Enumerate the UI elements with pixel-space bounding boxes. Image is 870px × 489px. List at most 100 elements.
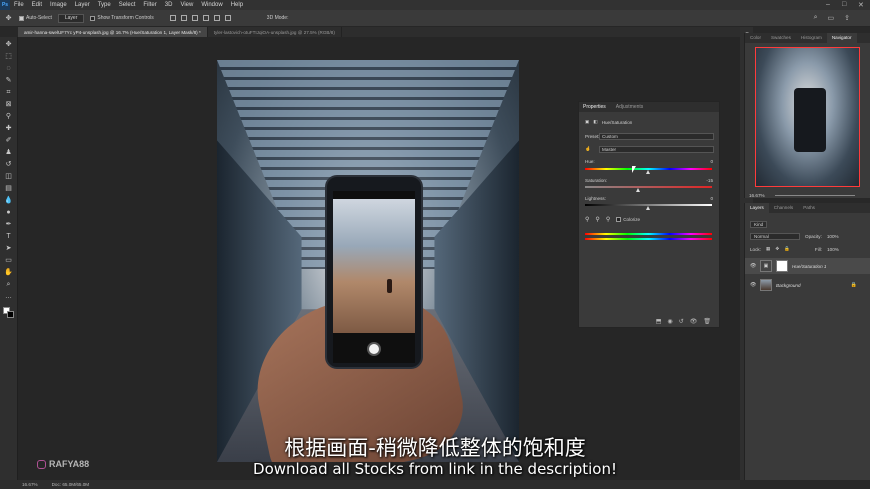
filter-kind-dropdown[interactable]: Kind [750, 221, 768, 228]
navigator-thumbnail[interactable] [755, 47, 860, 187]
menu-filter[interactable]: Filter [139, 2, 160, 8]
lock-position-icon[interactable]: ✥ [775, 246, 779, 252]
tab-navigator[interactable]: Navigator [826, 33, 857, 43]
quick-select-icon[interactable]: ✎ [4, 76, 13, 85]
dodge-icon[interactable]: ● [4, 208, 13, 217]
delete-icon[interactable]: 🗑 [703, 318, 711, 325]
tab-properties[interactable]: Properties [583, 104, 606, 110]
menu-help[interactable]: Help [227, 2, 247, 8]
targeted-adjust-icon[interactable]: ☝ [585, 146, 591, 152]
auto-select-target-dropdown[interactable]: Layer [57, 13, 85, 23]
show-transform-checkbox[interactable] [90, 15, 96, 21]
reset-icon[interactable]: ↺ [679, 318, 684, 325]
eyedropper-icon[interactable]: ⚲ [585, 216, 589, 223]
history-brush-icon[interactable]: ↺ [4, 160, 13, 169]
eyedropper-add-icon[interactable]: ⚲ [595, 216, 599, 223]
marquee-icon[interactable]: ⬚ [4, 52, 13, 61]
tab-histogram[interactable]: Histogram [796, 33, 827, 43]
zoom-icon[interactable]: ⌕ [4, 280, 13, 289]
lightness-slider-thumb[interactable] [646, 206, 650, 210]
move-tool-icon[interactable]: ✥ [4, 14, 13, 23]
path-select-icon[interactable]: ➤ [4, 244, 13, 253]
tab-document-2[interactable]: tyler-lastovich-otuFTIJqiOA-unsplash.jpg… [208, 27, 342, 37]
more-tools-icon[interactable]: … [4, 292, 13, 301]
eyedropper-subtract-icon[interactable]: ⚲ [606, 216, 610, 223]
show-transform-option[interactable]: Show Transform Controls [90, 15, 154, 21]
align-top-icon[interactable] [202, 15, 209, 21]
lightness-value[interactable]: 0 [699, 196, 713, 201]
layer-row-hue-saturation[interactable]: 👁 ▣ Hue/Saturation 1 [745, 258, 870, 274]
align-right-icon[interactable] [191, 15, 198, 21]
clip-to-layer-icon[interactable]: ⬒ [656, 318, 662, 325]
tab-paths[interactable]: Paths [798, 203, 820, 213]
auto-select-option[interactable]: Auto-Select [19, 15, 52, 21]
eyedropper-icon[interactable]: ⚲ [4, 112, 13, 121]
menu-layer[interactable]: Layer [71, 2, 94, 8]
search-icon[interactable]: ⌕ [814, 14, 818, 22]
colorize-option[interactable]: Colorize [616, 216, 640, 223]
hand-icon[interactable]: ✋ [4, 268, 13, 277]
lock-pixels-icon[interactable]: ▦ [766, 246, 770, 252]
document-image[interactable] [217, 60, 519, 462]
navigator-zoom-slider[interactable] [775, 195, 855, 196]
lasso-icon[interactable]: ◌ [4, 64, 13, 73]
eraser-icon[interactable]: ◫ [4, 172, 13, 181]
menu-select[interactable]: Select [115, 2, 140, 8]
layer-row-background[interactable]: 👁 Background 🔒 [745, 277, 870, 293]
auto-select-checkbox[interactable] [19, 15, 24, 21]
visibility-icon[interactable]: 👁 [690, 318, 698, 325]
colorize-checkbox[interactable] [616, 217, 622, 222]
tab-adjustments[interactable]: Adjustments [616, 104, 644, 110]
eye-icon[interactable]: 👁 [750, 282, 756, 288]
align-bottom-icon[interactable] [224, 15, 231, 21]
tab-document-1[interactable]: amir-hanna-swelUF7Yc yP4-unsplash.jpg @ … [18, 27, 208, 37]
maximize-icon[interactable]: □ [842, 1, 846, 8]
type-icon[interactable]: T [4, 232, 13, 241]
channel-dropdown[interactable]: Master [599, 146, 714, 153]
menu-type[interactable]: Type [94, 2, 115, 8]
tab-color[interactable]: Color [745, 33, 766, 43]
close-icon[interactable]: ✕ [858, 1, 864, 9]
menu-file[interactable]: File [10, 2, 28, 8]
menu-3d[interactable]: 3D [161, 2, 177, 8]
crop-icon[interactable]: ⌗ [4, 88, 13, 97]
menu-edit[interactable]: Edit [28, 2, 46, 8]
preset-dropdown[interactable]: Custom [599, 133, 714, 140]
eye-icon[interactable]: 👁 [750, 263, 756, 269]
opacity-value[interactable]: 100% [827, 234, 839, 239]
align-center-icon[interactable] [180, 15, 187, 21]
mask-icon[interactable]: ◧ [593, 119, 597, 125]
blur-icon[interactable]: 💧 [4, 196, 13, 205]
background-color-swatch[interactable] [7, 311, 14, 318]
pen-icon[interactable]: ✒ [4, 220, 13, 229]
view-previous-icon[interactable]: ◉ [667, 318, 672, 325]
fill-value[interactable]: 100% [827, 247, 839, 252]
hue-value[interactable]: 0 [699, 159, 713, 164]
workspace-icon[interactable]: ▭ [828, 14, 835, 22]
move-icon[interactable]: ✥ [4, 40, 13, 49]
align-left-icon[interactable] [169, 15, 176, 21]
gradient-icon[interactable]: ▤ [4, 184, 13, 193]
status-zoom[interactable]: 16.67% [22, 482, 38, 487]
healing-icon[interactable]: ✚ [4, 124, 13, 133]
frame-icon[interactable]: ⊠ [4, 100, 13, 109]
stamp-icon[interactable]: ♟ [4, 148, 13, 157]
tab-swatches[interactable]: Swatches [766, 33, 796, 43]
navigator-zoom[interactable]: 16.67% [749, 193, 765, 198]
minimize-icon[interactable]: – [826, 1, 830, 8]
tab-channels[interactable]: Channels [769, 203, 798, 213]
menu-view[interactable]: View [176, 2, 197, 8]
saturation-value[interactable]: -15 [699, 178, 713, 183]
share-icon[interactable]: ⇪ [844, 14, 850, 22]
layer-mask-thumbnail[interactable] [776, 260, 788, 272]
brush-icon[interactable]: ✐ [4, 136, 13, 145]
tab-layers[interactable]: Layers [745, 203, 769, 213]
lock-all-icon[interactable]: 🔒 [784, 246, 790, 252]
menu-window[interactable]: Window [197, 2, 226, 8]
blend-mode-dropdown[interactable]: Normal [750, 233, 800, 240]
align-middle-icon[interactable] [213, 15, 220, 21]
saturation-slider-thumb[interactable] [636, 188, 640, 192]
saturation-slider-track[interactable] [585, 186, 712, 188]
hue-slider-thumb[interactable] [646, 170, 650, 174]
menu-image[interactable]: Image [46, 2, 71, 8]
